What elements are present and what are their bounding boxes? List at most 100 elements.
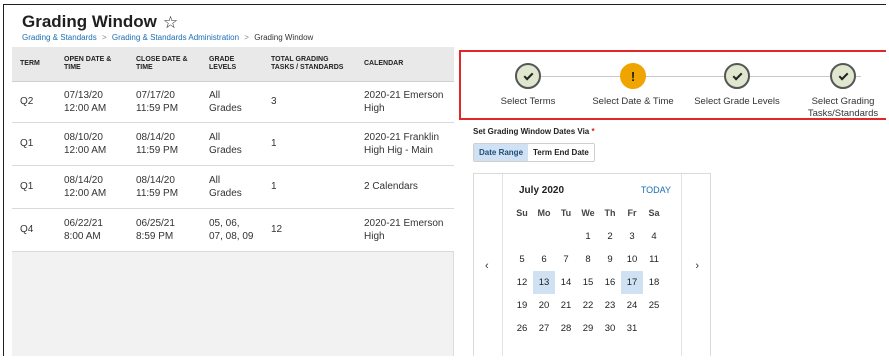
calendar-day[interactable]: 1 xyxy=(577,225,599,248)
table-row[interactable]: Q4 06/22/21 8:00 AM 06/25/21 8:59 PM 05, 0… xyxy=(12,208,454,252)
calendar-day[interactable]: 14 xyxy=(555,271,577,294)
page-title: Grading Window ☆ xyxy=(22,12,178,32)
calendar-day[interactable]: 15 xyxy=(577,271,599,294)
open-time: 8:00 AM xyxy=(64,230,101,242)
cell-calendar: 2 Calendars xyxy=(356,165,454,209)
calendar-day[interactable]: 12 xyxy=(511,271,533,294)
column-header-open-date[interactable]: OPEN DATE & TIME xyxy=(56,47,128,82)
breadcrumb-grading-standards[interactable]: Grading & Standards xyxy=(22,33,97,42)
chevron-left-icon[interactable]: ‹ xyxy=(485,260,489,272)
grading-window-editor: Select Terms ! Select Date & Time Select… xyxy=(459,47,886,356)
calendar-day[interactable]: 31 xyxy=(621,317,643,340)
calendar-day[interactable]: 7 xyxy=(555,248,577,271)
step-status-circle xyxy=(830,63,856,89)
calendar-day[interactable]: 28 xyxy=(555,317,577,340)
table-row[interactable]: Q1 08/14/20 12:00 AM 08/14/20 11:59 PM All… xyxy=(12,165,454,209)
check-icon xyxy=(523,70,533,80)
calendar-day[interactable]: 2 xyxy=(599,225,621,248)
breadcrumb-separator: > xyxy=(244,33,249,42)
calendar-day[interactable]: 30 xyxy=(599,317,621,340)
step-select-terms[interactable]: Select Terms xyxy=(473,63,583,108)
calendar-day[interactable]: 24 xyxy=(621,294,643,317)
cell-close: 08/14/20 11:59 PM xyxy=(128,165,201,209)
breadcrumb: Grading & Standards > Grading & Standard… xyxy=(22,33,313,42)
term-end-date-button[interactable]: Term End Date xyxy=(528,144,594,161)
cell-total: 3 xyxy=(263,81,356,123)
calendar-grid: Su Mo Tu We Th Fr Sa 1 2 3 4 5 6 7 8 9 10 11 12 13 14 15 16 17 1… xyxy=(511,202,665,340)
calendar-day[interactable]: 9 xyxy=(599,248,621,271)
cell-term: Q1 xyxy=(12,122,56,166)
today-link[interactable]: TODAY xyxy=(641,185,671,195)
calendar-day[interactable]: 10 xyxy=(621,248,643,271)
cell-total: 1 xyxy=(263,122,356,166)
date-via-toggle: Date Range Term End Date xyxy=(473,143,595,162)
weekday-header: Su xyxy=(516,208,528,218)
column-header-total-tasks[interactable]: TOTAL GRADING TASKS / STANDARDS xyxy=(263,47,356,82)
table-row[interactable]: Q1 08/10/20 12:00 AM 08/14/20 11:59 PM All… xyxy=(12,122,454,166)
calendar-day[interactable]: 17 xyxy=(621,271,643,294)
calendar-day[interactable]: 11 xyxy=(643,248,665,271)
calendar-day[interactable]: 3 xyxy=(621,225,643,248)
calendar-month-panel: July 2020 TODAY Su Mo Tu We Th Fr Sa 1 2 3 4 5 6 7 8 9 1… xyxy=(502,174,682,356)
date-via-label: Set Grading Window Dates Via * xyxy=(473,127,595,136)
check-icon xyxy=(838,70,848,80)
close-time: 11:59 PM xyxy=(136,187,179,199)
star-icon[interactable]: ☆ xyxy=(163,14,178,31)
close-date: 08/14/20 xyxy=(136,174,175,186)
cell-grade-levels: 05, 06, 07, 08, 09 xyxy=(201,208,263,252)
app-window: Grading Window ☆ Grading & Standards > G… xyxy=(3,4,886,356)
calendar-month-label: July 2020 xyxy=(519,185,565,196)
cell-term: Q1 xyxy=(12,165,56,209)
step-select-date-time[interactable]: ! Select Date & Time xyxy=(578,63,688,108)
column-header-close-date[interactable]: CLOSE DATE & TIME xyxy=(128,47,201,82)
step-label: Select Terms xyxy=(500,96,556,107)
calendar-day[interactable]: 18 xyxy=(643,271,665,294)
wizard-stepper: Select Terms ! Select Date & Time Select… xyxy=(459,50,886,120)
calendar-day[interactable]: 4 xyxy=(643,225,665,248)
check-icon xyxy=(732,70,742,80)
cell-calendar: 2020-21 Emerson High xyxy=(356,81,454,123)
breadcrumb-administration[interactable]: Grading & Standards Administration xyxy=(112,33,239,42)
weekday-header: Tu xyxy=(560,208,572,218)
calendar-day[interactable]: 20 xyxy=(533,294,555,317)
cell-grade-levels: All Grades xyxy=(201,81,263,123)
date-range-button[interactable]: Date Range xyxy=(474,144,529,161)
calendar-day[interactable]: 27 xyxy=(533,317,555,340)
calendar-day[interactable]: 23 xyxy=(599,294,621,317)
open-time: 12:00 AM xyxy=(64,144,107,156)
calendar-empty-cell xyxy=(533,225,555,248)
cell-open: 08/10/20 12:00 AM xyxy=(56,122,128,166)
calendar-day[interactable]: 21 xyxy=(555,294,577,317)
cell-term: Q4 xyxy=(12,208,56,252)
open-time: 12:00 AM xyxy=(64,187,107,199)
calendar-day[interactable]: 22 xyxy=(577,294,599,317)
calendar-day[interactable]: 6 xyxy=(533,248,555,271)
step-label: Select Date & Time xyxy=(592,96,674,107)
grading-window-list: TERM OPEN DATE & TIME CLOSE DATE & TIME … xyxy=(12,47,454,356)
column-header-calendar[interactable]: CALENDAR xyxy=(356,47,454,82)
open-time: 12:00 AM xyxy=(64,102,107,114)
weekday-header: We xyxy=(581,208,595,218)
calendar-day[interactable]: 29 xyxy=(577,317,599,340)
chevron-right-icon[interactable]: › xyxy=(695,260,699,272)
calendar-day[interactable]: 5 xyxy=(511,248,533,271)
weekday-header: Th xyxy=(604,208,616,218)
cell-calendar: 2020-21 Emerson High xyxy=(356,208,454,252)
column-header-term[interactable]: TERM xyxy=(12,47,56,82)
calendar-day[interactable]: 8 xyxy=(577,248,599,271)
step-select-grade-levels[interactable]: Select Grade Levels xyxy=(682,63,792,108)
column-header-grade-levels[interactable]: GRADE LEVELS xyxy=(201,47,263,82)
calendar-day[interactable]: 26 xyxy=(511,317,533,340)
step-status-circle xyxy=(724,63,750,89)
open-date: 06/22/21 xyxy=(64,217,103,229)
step-label: Select Grade Levels xyxy=(694,96,780,107)
cell-grade-levels: All Grades xyxy=(201,165,263,209)
table-row[interactable]: Q2 07/13/20 12:00 AM 07/17/20 11:59 PM All… xyxy=(12,81,454,123)
calendar-day[interactable]: 16 xyxy=(599,271,621,294)
calendar-day[interactable]: 25 xyxy=(643,294,665,317)
calendar-empty-cell xyxy=(555,225,577,248)
close-time: 11:59 PM xyxy=(136,102,179,114)
step-select-grading-tasks[interactable]: Select Grading Tasks/Standards xyxy=(788,63,886,120)
calendar-day[interactable]: 19 xyxy=(511,294,533,317)
calendar-day[interactable]: 13 xyxy=(533,271,555,294)
